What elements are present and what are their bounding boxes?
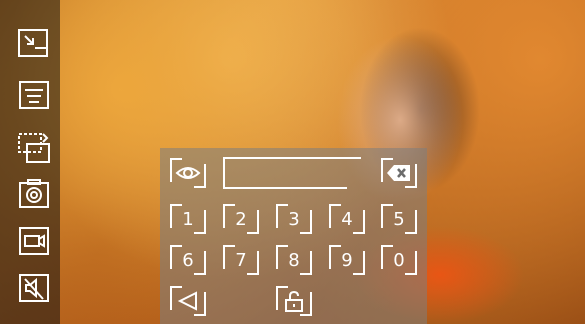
exit-fullscreen-icon <box>18 29 48 57</box>
password-field[interactable] <box>223 157 361 189</box>
swap-camera-button[interactable] <box>16 129 52 165</box>
digit-6-key[interactable]: 6 <box>170 245 206 275</box>
digit-label: 2 <box>235 208 247 230</box>
video-record-icon <box>19 227 49 255</box>
digit-4-key[interactable]: 4 <box>329 204 365 234</box>
unlock-button[interactable] <box>276 286 312 316</box>
digit-label: 7 <box>235 249 247 271</box>
digit-label: 8 <box>288 249 300 271</box>
exit-fullscreen-button[interactable] <box>16 25 52 61</box>
digit-label: 3 <box>288 208 300 230</box>
eye-icon <box>175 167 201 179</box>
digit-0-key[interactable]: 0 <box>381 245 417 275</box>
digit-label: 4 <box>341 208 353 230</box>
backspace-button[interactable] <box>381 158 417 188</box>
back-button[interactable] <box>170 286 206 316</box>
menu-icon <box>19 81 49 109</box>
video-record-button[interactable] <box>16 223 52 259</box>
mute-icon <box>19 274 49 302</box>
sidebar <box>0 0 60 324</box>
mute-button[interactable] <box>16 270 52 306</box>
back-arrow-icon <box>177 291 197 311</box>
digit-label: 6 <box>182 249 194 271</box>
digit-8-key[interactable]: 8 <box>276 245 312 275</box>
unlock-keypad: 1 2 3 4 5 6 7 8 9 0 <box>160 148 427 324</box>
backspace-icon <box>387 165 410 181</box>
menu-button[interactable] <box>16 77 52 113</box>
video-monitor-screen: 1 2 3 4 5 6 7 8 9 0 <box>0 0 585 324</box>
swap-camera-icon <box>18 133 50 163</box>
digit-3-key[interactable]: 3 <box>276 204 312 234</box>
digit-7-key[interactable]: 7 <box>223 245 259 275</box>
digit-label: 1 <box>182 208 194 230</box>
digit-label: 5 <box>393 208 405 230</box>
digit-label: 0 <box>393 249 405 271</box>
digit-label: 9 <box>341 249 353 271</box>
snapshot-button[interactable] <box>16 176 52 212</box>
snapshot-icon <box>19 179 49 208</box>
digit-9-key[interactable]: 9 <box>329 245 365 275</box>
unlock-icon <box>285 290 303 312</box>
digit-1-key[interactable]: 1 <box>170 204 206 234</box>
digit-2-key[interactable]: 2 <box>223 204 259 234</box>
show-password-button[interactable] <box>170 158 206 188</box>
digit-5-key[interactable]: 5 <box>381 204 417 234</box>
